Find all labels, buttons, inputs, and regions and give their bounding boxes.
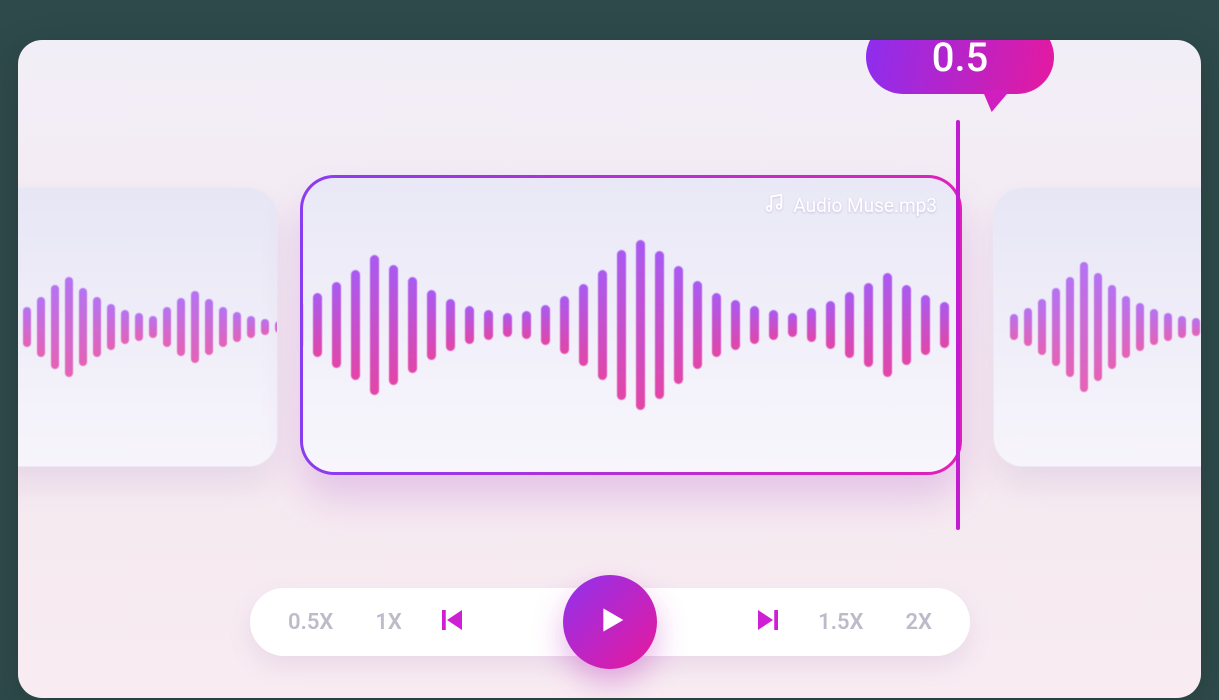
music-note-icon — [763, 192, 785, 219]
waveform — [993, 188, 1201, 466]
next-track-button[interactable] — [748, 602, 788, 642]
speed-indicator-bubble: 0.5 — [866, 40, 1054, 94]
audio-clip-prev[interactable] — [18, 187, 278, 467]
play-button[interactable] — [563, 575, 657, 669]
speed-1x-button[interactable]: 1X — [371, 604, 406, 641]
speed-0-5x-button[interactable]: 0.5X — [284, 604, 337, 641]
skip-next-icon — [753, 605, 783, 639]
playback-control-bar: 0.5X 1X — [250, 588, 970, 656]
previous-track-button[interactable] — [432, 602, 472, 642]
play-icon — [590, 600, 630, 644]
clips-row: Audio Muse.mp3 — [18, 175, 1201, 480]
speed-1-5x-button[interactable]: 1.5X — [814, 604, 867, 641]
waveform — [300, 178, 962, 472]
audio-clip-current[interactable]: Audio Muse.mp3 — [300, 175, 962, 475]
audio-clip-next[interactable] — [993, 187, 1201, 467]
speed-2x-button[interactable]: 2X — [901, 604, 936, 641]
clip-filename-label: Audio Muse.mp3 — [763, 192, 937, 219]
waveform — [18, 188, 278, 466]
skip-previous-icon — [437, 605, 467, 639]
audio-editor-card: 0.5 Audio Muse.mp3 — [18, 40, 1201, 698]
clip-filename-text: Audio Muse.mp3 — [793, 194, 937, 217]
speed-indicator-value: 0.5 — [932, 40, 989, 81]
playhead-line[interactable] — [956, 120, 960, 530]
